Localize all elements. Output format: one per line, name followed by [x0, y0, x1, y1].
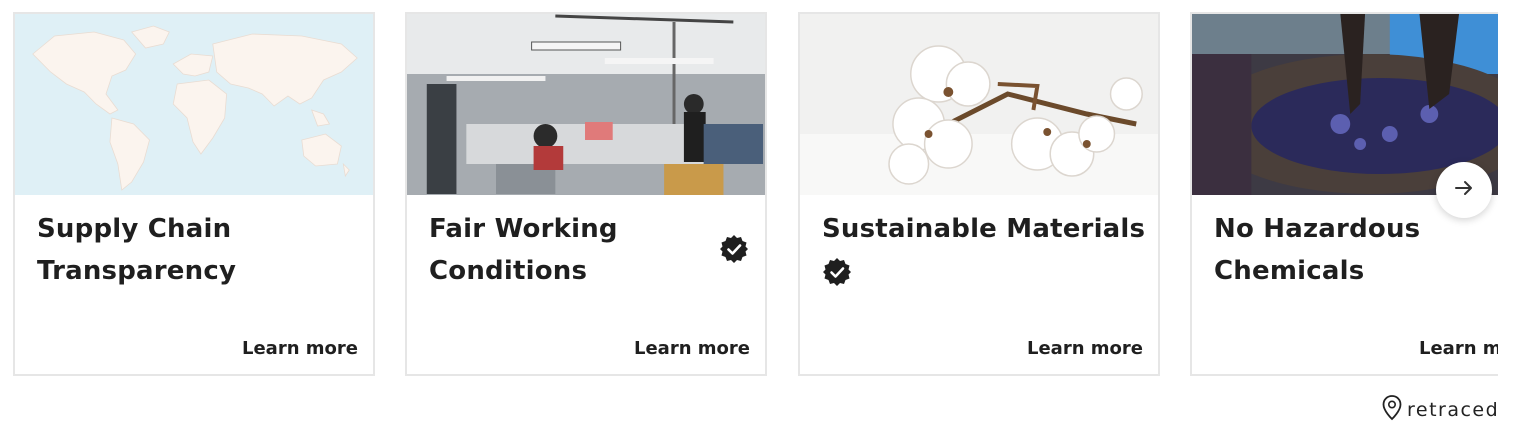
carousel-next-button[interactable] [1436, 162, 1492, 218]
learn-more-link[interactable]: Learn more [1027, 338, 1143, 359]
card-title: Sustainable Materials [822, 208, 1152, 292]
map-pin-icon [1381, 394, 1403, 426]
brand-name: retraced [1407, 399, 1500, 421]
learn-more-link[interactable]: Learn more [242, 338, 358, 359]
verified-badge-icon [822, 257, 852, 287]
card-title: Supply Chain Transparency [37, 214, 237, 286]
card-sustainable-materials[interactable]: Sustainable Materials Learn more [798, 12, 1160, 376]
verified-badge-icon [719, 234, 749, 264]
garment-factory-image [407, 14, 765, 195]
card-title: Fair Working Conditions [429, 214, 618, 286]
card-supply-chain[interactable]: Supply Chain Transparency Learn more [13, 12, 375, 376]
learn-more-link[interactable]: Learn more [1419, 338, 1498, 359]
card-title: No Hazardous Chemicals [1214, 214, 1421, 286]
brand-logo[interactable]: retraced [1381, 394, 1499, 426]
arrow-right-icon [1453, 177, 1475, 203]
learn-more-link[interactable]: Learn more [634, 338, 750, 359]
world-map-image [15, 14, 373, 195]
card-fair-working[interactable]: Fair Working Conditions Learn more [405, 12, 767, 376]
feature-carousel: Supply Chain Transparency Learn more Fai… [0, 0, 1498, 437]
cotton-bolls-image [800, 14, 1158, 195]
